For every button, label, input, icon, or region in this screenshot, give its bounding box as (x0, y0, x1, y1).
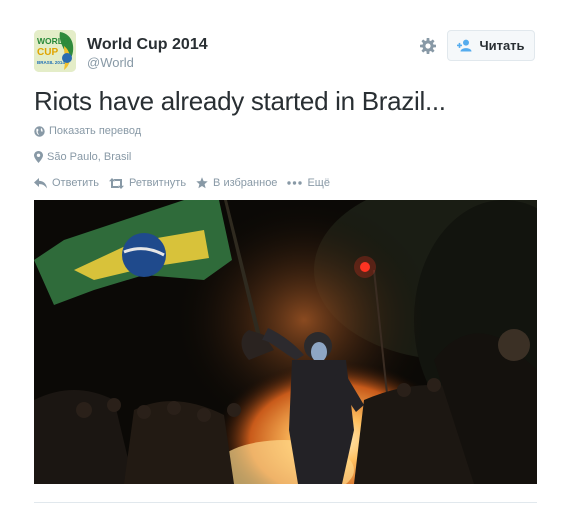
tweet-card: WORLD CUP BRASIL 2014 World Cup 2014 @Wo… (0, 0, 574, 506)
user-handle[interactable]: @World (87, 55, 134, 70)
more-button[interactable]: Ещё (287, 177, 330, 189)
gear-icon[interactable] (419, 37, 437, 55)
tweet-photo[interactable] (34, 200, 537, 484)
more-dots-icon (287, 181, 303, 185)
favorite-label: В избранное (213, 177, 278, 189)
translate-link[interactable]: Показать перевод (34, 125, 141, 137)
more-label: Ещё (307, 177, 330, 189)
reply-button[interactable]: Ответить (34, 177, 99, 189)
avatar[interactable]: WORLD CUP BRASIL 2014 (34, 30, 76, 72)
map-pin-icon (34, 151, 43, 163)
globe-icon (34, 125, 45, 137)
favorite-button[interactable]: В избранное (196, 177, 277, 189)
avatar-text-brasil: BRASIL 2014 (37, 60, 65, 65)
follow-button-label: Читать (479, 38, 525, 53)
translate-label: Показать перевод (49, 125, 142, 137)
location-link[interactable]: São Paulo, Brasil (34, 151, 131, 163)
add-user-icon (457, 39, 472, 52)
retweet-button[interactable]: Ретвитнуть (109, 177, 186, 189)
retweet-icon (109, 177, 125, 189)
reply-icon (34, 177, 47, 188)
divider (34, 502, 537, 503)
avatar-text-cup: CUP (37, 47, 58, 58)
tweet-actions: Ответить Ретвитнуть В избранное Ещё (34, 177, 340, 189)
location-label: São Paulo, Brasil (47, 151, 132, 163)
avatar-text-world: WORLD (37, 36, 69, 46)
retweet-label: Ретвитнуть (129, 177, 187, 189)
tweet-text: Riots have already started in Brazil... (34, 86, 446, 116)
star-icon (196, 177, 208, 189)
user-display-name[interactable]: World Cup 2014 (87, 36, 208, 54)
reply-label: Ответить (52, 177, 100, 189)
follow-button[interactable]: Читать (447, 30, 535, 61)
